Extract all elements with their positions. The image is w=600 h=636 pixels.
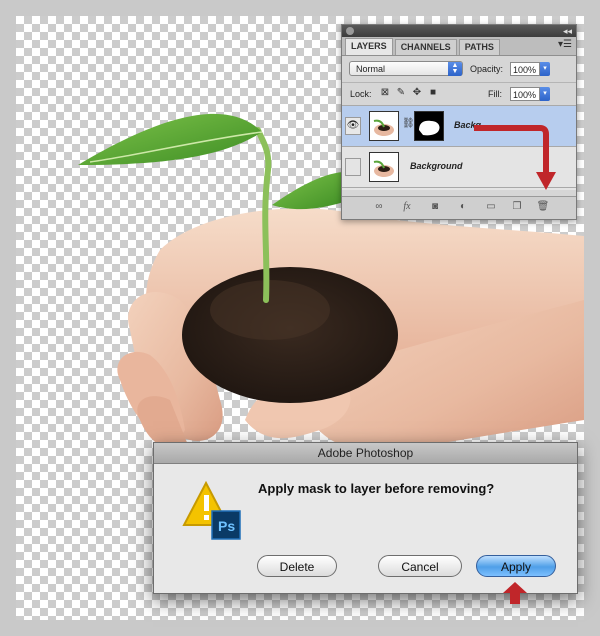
tab-channels[interactable]: CHANNELS bbox=[394, 39, 457, 55]
opacity-dropdown-icon[interactable]: ▾ bbox=[540, 62, 550, 76]
lock-fill-row: Lock: ⊠ ✎ ✥ ■ Fill: 100% ▾ bbox=[342, 83, 576, 106]
eye-icon[interactable]: 👁 bbox=[345, 117, 361, 135]
fill-input[interactable]: 100% bbox=[510, 87, 540, 101]
trash-icon[interactable]: 🗑 bbox=[536, 201, 550, 212]
warning-icon: Ps bbox=[182, 481, 241, 540]
layer-thumbnail[interactable] bbox=[369, 152, 399, 182]
blend-opacity-row: Normal ▲ ▼ Opacity: 100% ▾ bbox=[342, 56, 576, 83]
fill-dropdown-icon[interactable]: ▾ bbox=[540, 87, 550, 101]
photoshop-workspace: ◂◂ LAYERS CHANNELS PATHS ▾☰ Normal ▲ ▼ Op… bbox=[0, 0, 600, 636]
apply-button[interactable]: Apply bbox=[476, 555, 556, 577]
panel-titlebar[interactable]: ◂◂ bbox=[342, 25, 576, 37]
eye-hidden-icon[interactable] bbox=[345, 158, 361, 176]
panel-bottom-toolbar: ∞ fx ◙ ◐ ▭ ❐ 🗑 bbox=[342, 196, 576, 219]
new-layer-icon[interactable]: ❐ bbox=[510, 201, 524, 212]
panel-collapse-icon[interactable]: ◂◂ bbox=[563, 25, 572, 37]
fx-icon[interactable]: fx bbox=[400, 201, 414, 212]
lock-position-icon[interactable]: ✥ bbox=[412, 88, 422, 98]
cancel-button[interactable]: Cancel bbox=[378, 555, 462, 577]
apply-pointer-arrow-icon bbox=[503, 582, 527, 604]
panel-tabs: LAYERS CHANNELS PATHS ▾☰ bbox=[342, 37, 576, 56]
fill-label: Fill: bbox=[488, 89, 502, 99]
photoshop-alert-dialog: Adobe Photoshop Ps Apply mask to layer b… bbox=[153, 442, 578, 594]
lock-image-icon[interactable]: ✎ bbox=[396, 88, 406, 98]
tab-paths[interactable]: PATHS bbox=[458, 39, 500, 55]
layer-name[interactable]: Background bbox=[410, 161, 463, 171]
lock-all-icon[interactable]: ■ bbox=[428, 88, 438, 98]
panel-close-icon[interactable] bbox=[346, 27, 354, 35]
layer-thumbnail[interactable] bbox=[369, 111, 399, 141]
adjustment-layer-icon[interactable]: ◐ bbox=[456, 201, 470, 212]
ps-badge-text: Ps bbox=[218, 518, 235, 534]
blend-mode-select[interactable]: Normal ▲ ▼ bbox=[349, 61, 463, 76]
layer-mask-icon[interactable]: ◙ bbox=[428, 201, 442, 212]
blend-mode-value: Normal bbox=[356, 64, 386, 74]
folder-icon[interactable]: ▭ bbox=[484, 201, 498, 212]
chain-link-icon[interactable]: ∞ bbox=[372, 201, 386, 212]
layer-mask-thumbnail[interactable] bbox=[414, 111, 444, 141]
delete-button[interactable]: Delete bbox=[257, 555, 337, 577]
lock-transparent-icon[interactable]: ⊠ bbox=[380, 88, 390, 98]
dialog-message: Apply mask to layer before removing? bbox=[258, 481, 495, 496]
chain-link-icon[interactable]: ⛓ bbox=[402, 118, 415, 129]
opacity-input[interactable]: 100% bbox=[510, 62, 540, 76]
lock-label: Lock: bbox=[350, 89, 372, 99]
panel-menu-icon[interactable]: ▾☰ bbox=[558, 39, 572, 50]
tab-layers[interactable]: LAYERS bbox=[345, 38, 393, 55]
select-arrows-icon: ▲ ▼ bbox=[448, 62, 462, 76]
drag-to-trash-arrow-icon bbox=[474, 125, 556, 190]
opacity-label: Opacity: bbox=[470, 64, 504, 74]
dialog-title: Adobe Photoshop bbox=[154, 443, 577, 464]
